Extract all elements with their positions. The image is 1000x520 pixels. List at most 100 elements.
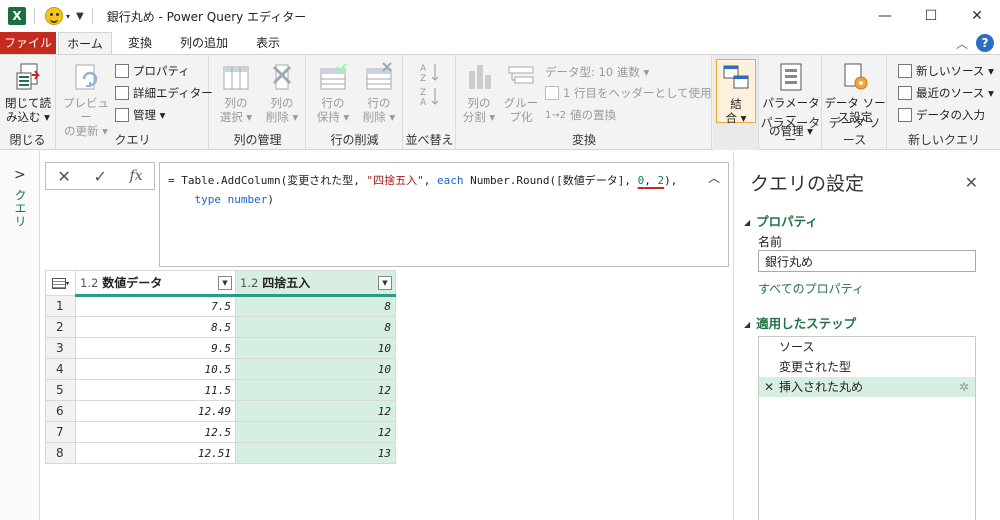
column-header-rounded[interactable]: 1.2 四捨五入 ▼	[235, 270, 396, 297]
sort-descending-icon: ZA	[420, 88, 439, 108]
cell-numeric-data[interactable]: 12.5	[75, 421, 236, 443]
formula-part: Number.Round([数値データ],	[463, 174, 638, 187]
all-properties-link[interactable]: すべてのプロパティ	[758, 280, 864, 297]
sort-descending-button[interactable]: ZA	[418, 85, 442, 110]
applied-steps-section-header[interactable]: ◢ 適用したステップ	[744, 313, 856, 332]
formula-part: )	[267, 193, 274, 206]
tabbar-right: ︿ ?	[956, 34, 994, 52]
column-type-icon[interactable]: 1.2	[80, 276, 98, 290]
collapse-formula-icon[interactable]: ︿	[708, 169, 720, 188]
group-reduce-rows: 行の 保持 ▾ 行の 削除 ▾ 行の削減	[307, 55, 403, 150]
group-by-button[interactable]: グルー プ化	[501, 61, 541, 124]
refresh-preview-button[interactable]: プレビュー の更新 ▾	[63, 61, 109, 138]
keep-rows-button[interactable]: 行の 保持 ▾	[311, 61, 355, 124]
delete-step-icon[interactable]: ✕	[764, 377, 774, 397]
cell-numeric-data[interactable]: 9.5	[75, 337, 236, 359]
replace-values-button[interactable]: 1→2 値の置換	[545, 107, 616, 123]
column-type-icon[interactable]: 1.2	[240, 276, 258, 290]
cell-numeric-data[interactable]: 12.51	[75, 442, 236, 464]
cell-rounded[interactable]: 12	[235, 400, 396, 422]
step-changed-type[interactable]: 変更された型	[759, 357, 975, 377]
quick-access-customize-icon[interactable]: ▼	[76, 11, 84, 22]
manage-button[interactable]: 管理 ▾	[115, 107, 165, 123]
collapse-triangle-icon: ◢	[744, 320, 751, 329]
close-window-button[interactable]: ✕	[954, 0, 1000, 32]
step-label: 変更された型	[779, 360, 852, 374]
formula-bar[interactable]: = Table.AddColumn(変更された型, "四捨五入", each N…	[159, 162, 729, 267]
split-column-button[interactable]: 列の 分割 ▾	[459, 61, 499, 124]
cell-numeric-data[interactable]: 10.5	[75, 358, 236, 380]
chevron-down-icon[interactable]: ▾	[66, 12, 70, 21]
column-header-numeric-data[interactable]: 1.2 数値データ ▼	[75, 270, 236, 297]
tab-add-column[interactable]: 列の追加	[170, 32, 238, 54]
tab-home[interactable]: ホーム	[58, 32, 112, 54]
table-menu-button[interactable]: ▾	[45, 270, 76, 296]
row-number[interactable]: 7	[45, 421, 76, 443]
advanced-editor-label: 詳細エディター	[133, 86, 213, 100]
cell-numeric-data[interactable]: 8.5	[75, 316, 236, 338]
row-number[interactable]: 2	[45, 316, 76, 338]
combine-label-1: 結	[730, 97, 742, 111]
cell-rounded[interactable]: 13	[235, 442, 396, 464]
maximize-button[interactable]: ☐	[908, 0, 954, 32]
advanced-editor-button[interactable]: 詳細エディター	[115, 85, 213, 101]
row-number[interactable]: 8	[45, 442, 76, 464]
row-number[interactable]: 1	[45, 295, 76, 317]
excel-app-icon[interactable]: X	[8, 7, 26, 25]
minimize-button[interactable]: —	[862, 0, 908, 32]
remove-columns-button[interactable]: 列の 削除 ▾	[260, 61, 304, 124]
cell-rounded[interactable]: 12	[235, 421, 396, 443]
feedback-smiley-icon[interactable]	[45, 7, 63, 25]
group-label-data-source: データ ソース	[828, 116, 881, 147]
cell-rounded[interactable]: 10	[235, 337, 396, 359]
close-and-load-button[interactable]: 閉じて読 み込む ▾	[4, 61, 52, 124]
cell-numeric-data[interactable]: 7.5	[75, 295, 236, 317]
expand-queries-icon[interactable]: >	[14, 167, 26, 183]
properties-button[interactable]: プロパティ	[115, 63, 190, 79]
sort-ascending-icon: AZ	[420, 64, 439, 84]
use-first-row-as-header-button[interactable]: 1 行目をヘッダーとして使用 ▾	[545, 85, 721, 101]
tab-file[interactable]: ファイル	[0, 32, 56, 54]
tab-transform[interactable]: 変換	[118, 32, 162, 54]
commit-formula-icon[interactable]: ✓	[93, 167, 106, 186]
remove-rows-button[interactable]: 行の 削除 ▾	[357, 61, 401, 124]
cell-rounded[interactable]: 12	[235, 379, 396, 401]
combine-button[interactable]: 結 合 ▾	[716, 59, 756, 125]
close-settings-icon[interactable]: ✕	[965, 173, 978, 192]
query-name-input[interactable]	[758, 250, 976, 272]
new-source-button[interactable]: 新しいソース ▾	[898, 63, 994, 79]
fx-icon[interactable]: fx	[130, 168, 143, 184]
step-inserted-rounding[interactable]: ✕ 挿入された丸め ✲	[759, 377, 975, 397]
tab-view[interactable]: 表示	[246, 32, 290, 54]
table-row: 3 9.5 10	[45, 337, 396, 359]
title-bar: X ▾ ▼ 銀行丸め - Power Query エディター — ☐ ✕	[0, 0, 1000, 32]
group-manage-columns: 列の 選択 ▾ 列の 削除 ▾ 列の管理	[210, 55, 306, 150]
cell-rounded[interactable]: 10	[235, 358, 396, 380]
cell-rounded[interactable]: 8	[235, 295, 396, 317]
column-filter-dropdown-icon[interactable]: ▼	[378, 276, 392, 290]
row-number[interactable]: 4	[45, 358, 76, 380]
ribbon-tab-bar: ファイル ホーム 変換 列の追加 表示 ︿ ?	[0, 32, 1000, 54]
row-number[interactable]: 6	[45, 400, 76, 422]
gear-icon[interactable]: ✲	[959, 377, 969, 397]
data-type-dropdown[interactable]: データ型: 10 進数 ▾	[545, 64, 649, 80]
step-source[interactable]: ソース	[759, 337, 975, 357]
cell-rounded[interactable]: 8	[235, 316, 396, 338]
cancel-formula-icon[interactable]: ✕	[57, 167, 70, 186]
cell-numeric-data[interactable]: 11.5	[75, 379, 236, 401]
group-parameters: パラメーター の管理 ▾ パラメーター	[760, 55, 822, 150]
properties-section-header[interactable]: ◢ プロパティ	[744, 211, 818, 230]
recent-sources-button[interactable]: 最近のソース ▾	[898, 85, 994, 101]
collapse-ribbon-icon[interactable]: ︿	[956, 35, 968, 52]
enter-data-icon	[898, 108, 912, 122]
queries-pane-label[interactable]: クエリ	[12, 189, 29, 228]
sort-ascending-button[interactable]: AZ	[418, 61, 442, 86]
svg-text:A: A	[420, 64, 427, 74]
column-filter-dropdown-icon[interactable]: ▼	[218, 276, 232, 290]
choose-columns-button[interactable]: 列の 選択 ▾	[214, 61, 258, 124]
cell-numeric-data[interactable]: 12.49	[75, 400, 236, 422]
help-icon[interactable]: ?	[976, 34, 994, 52]
enter-data-button[interactable]: データの入力	[898, 107, 985, 123]
row-number[interactable]: 5	[45, 379, 76, 401]
row-number[interactable]: 3	[45, 337, 76, 359]
